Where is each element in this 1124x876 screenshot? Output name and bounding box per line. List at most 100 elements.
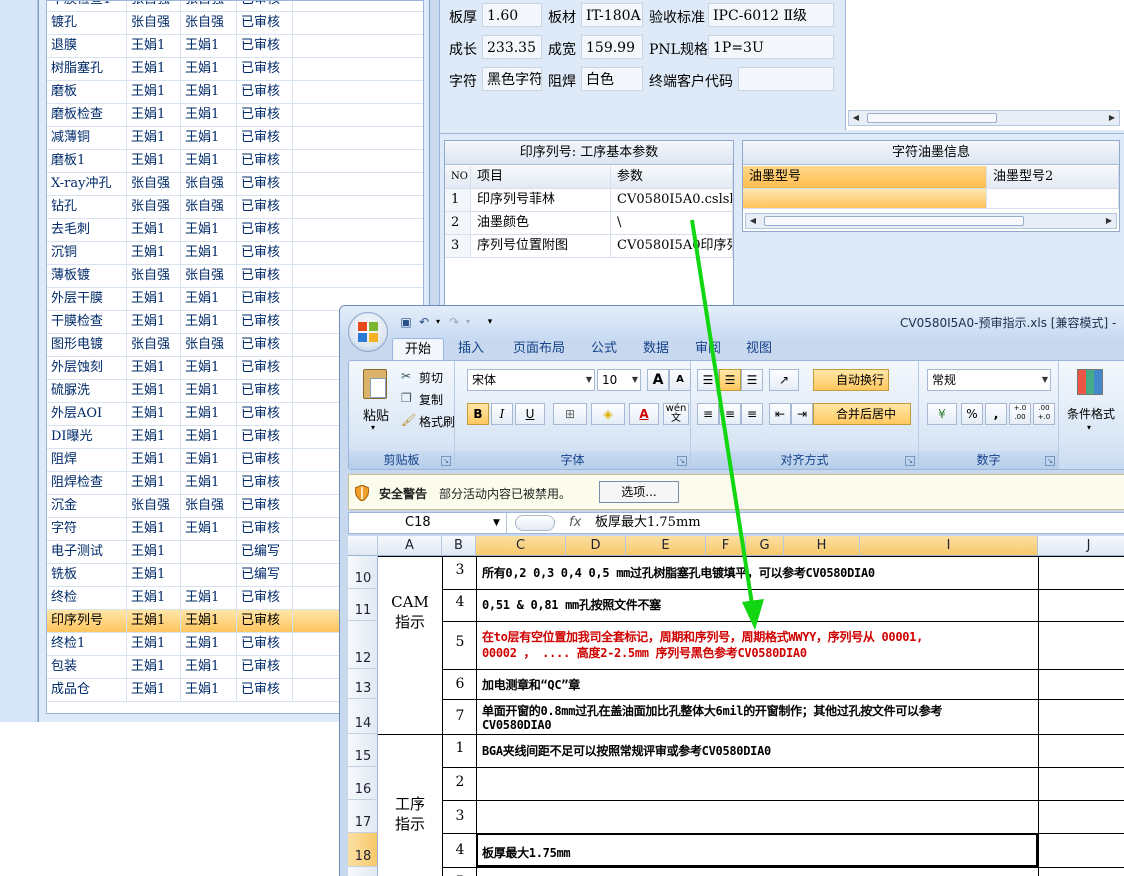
mask-field[interactable]: 白色 [581,67,643,91]
underline-button[interactable]: U [515,403,545,425]
params-cell-item[interactable]: 印序列号菲林 [471,189,611,212]
params-cell-no[interactable]: 2 [445,212,471,235]
scroll-right-icon[interactable]: ▶ [1102,214,1116,228]
column-header-a[interactable]: A [378,536,442,556]
formula-content[interactable]: 板厚最大1.75mm [595,513,701,533]
proc-instruction-text[interactable]: BGA夹线间距不足可以按照常规评审或参考CV0580DIA0 [482,742,771,759]
standard-field[interactable]: IPC-6012 Ⅱ级 [708,3,834,27]
col-header-ink-model2[interactable]: 油墨型号2 [987,166,1119,189]
process-row[interactable]: 薄板镀 张自强 张自强 已审核 [47,265,423,288]
tab-4[interactable]: 数据 [632,338,680,360]
thickness-field[interactable]: 1.60 [482,3,542,27]
customize-qat-icon[interactable]: ▾ [482,314,498,330]
wrap-text-button[interactable]: 自动换行 [813,369,889,391]
paste-button[interactable]: 粘贴 [363,405,389,424]
column-header-j[interactable]: J [1038,536,1124,556]
comma-button[interactable]: , [985,403,1007,425]
copy-button[interactable]: 复制 [419,391,443,408]
borders-icon[interactable]: ⊞ [553,403,587,425]
params-cell-no[interactable]: 3 [445,235,471,258]
col-header-ink-model[interactable]: 油墨型号 [743,166,987,189]
align-top-icon[interactable]: ☰ [697,369,719,391]
process-row[interactable]: 镀孔 张自强 张自强 已审核 [47,12,423,35]
column-header-f[interactable]: F [706,536,746,556]
cam-instruction-text[interactable]: 加电测章和“QC”章 [482,676,580,693]
merge-center-button[interactable]: 合并后居中 [813,403,911,425]
row-header[interactable]: 15 [348,734,378,767]
column-header-i[interactable]: I [860,536,1038,556]
row-header[interactable]: 10 [348,556,378,589]
ink-grid-hscrollbar[interactable]: ◀ ▶ [745,213,1117,229]
col-header-item[interactable]: 项目 [471,166,611,189]
ink-row-cell[interactable] [987,189,1119,209]
redo-dropdown-icon[interactable]: ▾ [460,314,476,330]
alignment-launcher-icon[interactable]: ↘ [905,456,915,466]
process-row[interactable]: X-ray冲孔 张自强 张自强 已审核 [47,173,423,196]
grow-font-button[interactable]: A [647,369,669,391]
dropdown-arrow-icon[interactable]: ▼ [1042,370,1048,390]
cam-instruction-text[interactable]: 在to层有空位置加我司全套标记，周期和序列号，周期格式WWYY，序列号从 000… [482,628,923,645]
tab-5[interactable]: 审阅 [684,338,732,360]
number-format-combo[interactable]: 常规 ▼ [927,369,1051,391]
params-cell-param[interactable]: \ [611,212,733,235]
scroll-thumb[interactable] [867,113,997,123]
undo-dropdown-icon[interactable]: ▾ [430,314,446,330]
process-row[interactable]: 磨板1 王娟1 王娟1 已审核 [47,150,423,173]
cam-instruction-text[interactable]: 所有0,2 0,3 0,4 0,5 mm过孔树脂塞孔电镀填平，可以参考CV058… [482,564,875,581]
column-header-d[interactable]: D [566,536,626,556]
paste-dropdown-icon[interactable]: ▾ [371,423,375,432]
align-left-icon[interactable]: ≡ [697,403,719,425]
tab-6[interactable]: 视图 [736,338,782,360]
cam-instruction-text[interactable]: 0,51 & 0,81 mm孔按照文件不塞 [482,596,661,613]
scroll-left-icon[interactable]: ◀ [746,214,760,228]
conditional-format-icon[interactable] [1077,369,1103,395]
row-header[interactable]: 12 [348,621,378,669]
column-header-b[interactable]: B [442,536,476,556]
col-header-param[interactable]: 参数 [611,166,733,189]
column-header-e[interactable]: E [626,536,706,556]
column-header-c[interactable]: C [476,536,566,556]
number-launcher-icon[interactable]: ↘ [1045,456,1055,466]
ink-row-selected[interactable] [743,189,987,209]
orientation-icon[interactable]: ↗ [769,369,799,391]
security-options-button[interactable]: 选项... [599,481,679,503]
align-center-icon[interactable]: ≡ [719,403,741,425]
cut-button[interactable]: 剪切 [419,369,443,386]
tab-0[interactable]: 开始 [392,338,444,360]
pnl-field[interactable]: 1P=3U [708,35,834,59]
currency-icon[interactable]: ¥ [927,403,957,425]
select-all-corner[interactable] [348,536,378,556]
font-size-combo[interactable]: 10 ▼ [597,369,641,391]
decrease-decimal-button[interactable]: .00 +.0 [1033,403,1055,425]
font-color-icon[interactable]: A [629,403,659,425]
paste-icon[interactable] [363,369,387,399]
row-header[interactable]: 11 [348,589,378,621]
align-right-icon[interactable]: ≡ [741,403,763,425]
process-row[interactable]: 退膜 王娟1 王娟1 已审核 [47,35,423,58]
material-field[interactable]: IT-180A [581,3,643,27]
percent-button[interactable]: % [961,403,983,425]
copy-icon[interactable]: ❐ [401,391,412,405]
phonetic-icon[interactable]: wén 文 [663,403,689,425]
decrease-indent-icon[interactable]: ⇤ [769,403,791,425]
right-panel-hscrollbar[interactable]: ◀ ▶ [848,110,1120,126]
customer-field[interactable] [738,67,834,91]
process-row[interactable]: 干膜检查1张自强张自强已审核 [47,1,423,12]
row-header[interactable] [348,867,378,876]
align-bottom-icon[interactable]: ☰ [741,369,763,391]
conditional-format-dropdown-icon[interactable]: ▾ [1087,423,1091,432]
params-cell-param[interactable]: CV0580I5A0.cslsh [611,189,733,212]
cam-instruction-text[interactable]: 单面开窗的0.8mm过孔在盖油面加比孔整体大6mil的开窗制作；其他过孔按文件可… [482,702,942,719]
length-field[interactable]: 233.35 [482,35,542,59]
process-row[interactable]: 磨板 王娟1 王娟1 已审核 [47,81,423,104]
office-button[interactable] [348,312,388,352]
width-field[interactable]: 159.99 [581,35,643,59]
process-row[interactable]: 减薄铜 王娟1 王娟1 已审核 [47,127,423,150]
cut-icon[interactable]: ✂ [401,369,411,383]
row-header[interactable]: 14 [348,699,378,734]
align-middle-icon[interactable]: ☰ [719,369,741,391]
save-icon[interactable]: ▣ [398,314,414,330]
fill-color-icon[interactable]: ◈ [591,403,625,425]
italic-button[interactable]: I [491,403,513,425]
clipboard-launcher-icon[interactable]: ↘ [441,456,451,466]
